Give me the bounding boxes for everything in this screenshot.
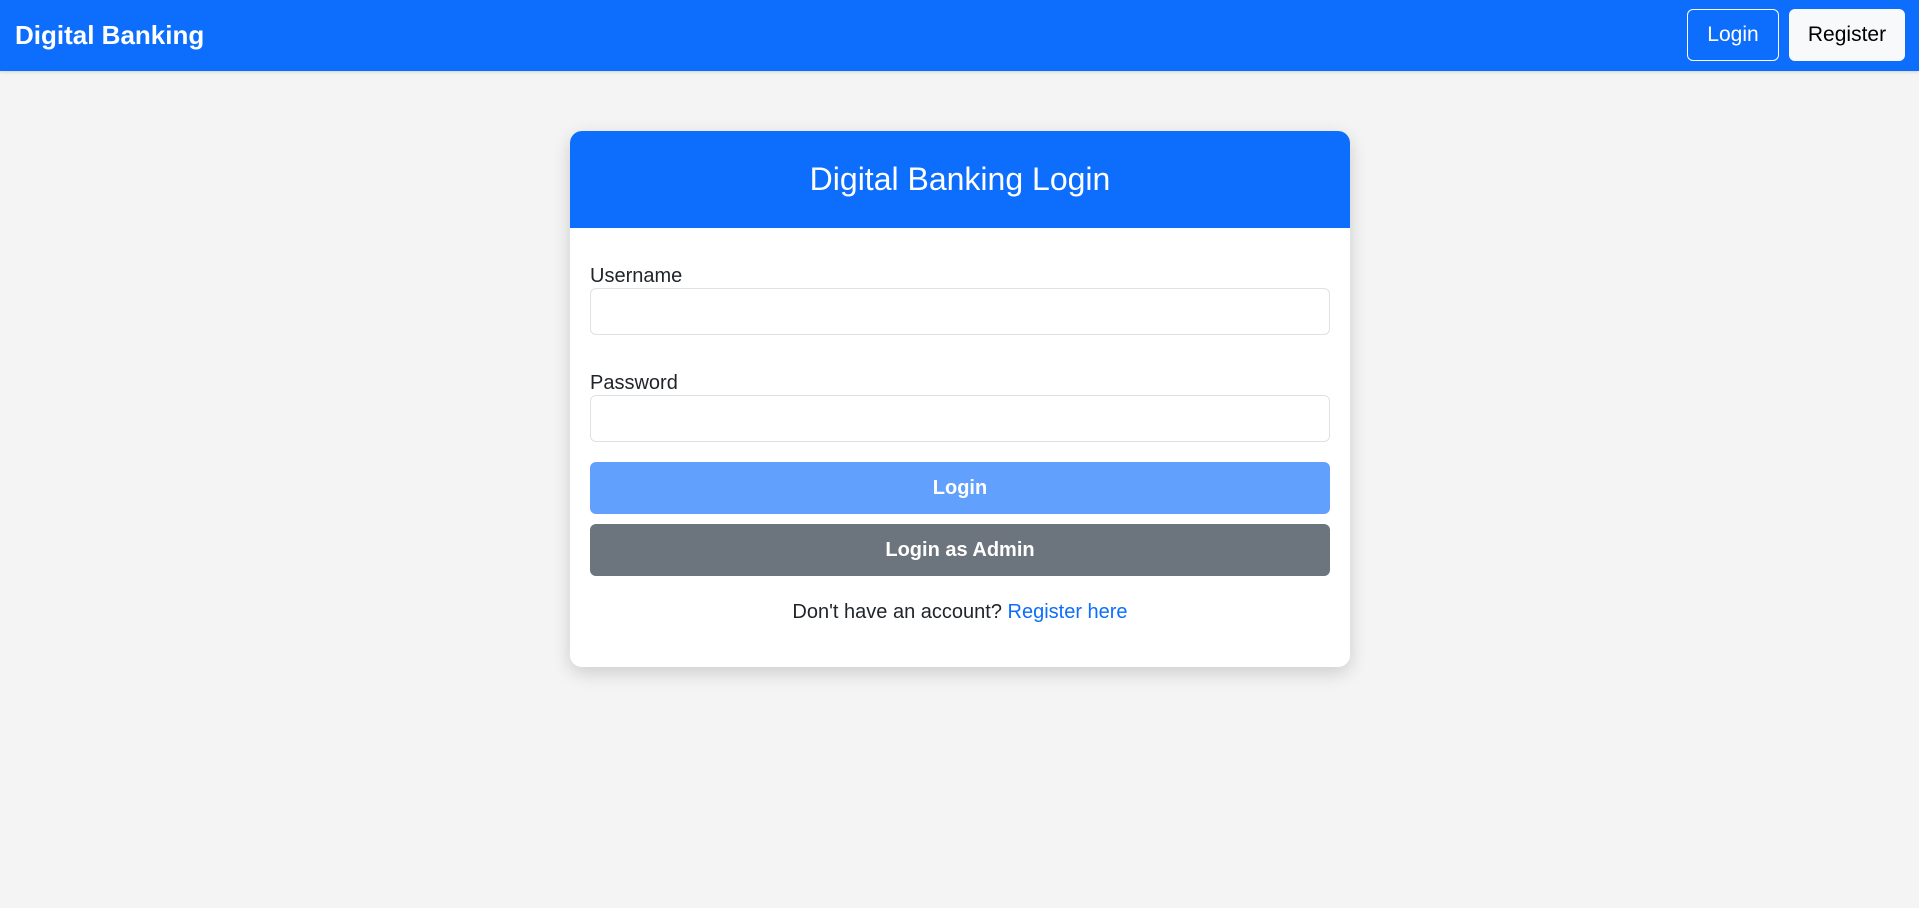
login-card-title: Digital Banking Login — [809, 161, 1111, 197]
username-input[interactable] — [590, 288, 1330, 335]
brand-logo-text[interactable]: Digital Banking — [15, 20, 204, 50]
username-label: Username — [590, 265, 683, 287]
password-input[interactable] — [590, 395, 1330, 442]
nav-register-button[interactable]: Register — [1789, 9, 1905, 61]
password-label: Password — [590, 372, 678, 394]
register-here-link[interactable]: Register here — [1008, 601, 1128, 623]
login-card: Digital Banking Login Username Password … — [570, 131, 1350, 667]
login-as-admin-button[interactable]: Login as Admin — [590, 524, 1330, 576]
nav-login-button[interactable]: Login — [1687, 9, 1779, 61]
login-card-header: Digital Banking Login — [570, 131, 1350, 228]
login-button[interactable]: Login — [590, 462, 1330, 514]
register-prompt-text: Don't have an account? — [792, 601, 1008, 623]
top-navbar: Digital Banking Login Register — [0, 0, 1919, 71]
register-prompt: Don't have an account? Register here — [570, 600, 1350, 624]
